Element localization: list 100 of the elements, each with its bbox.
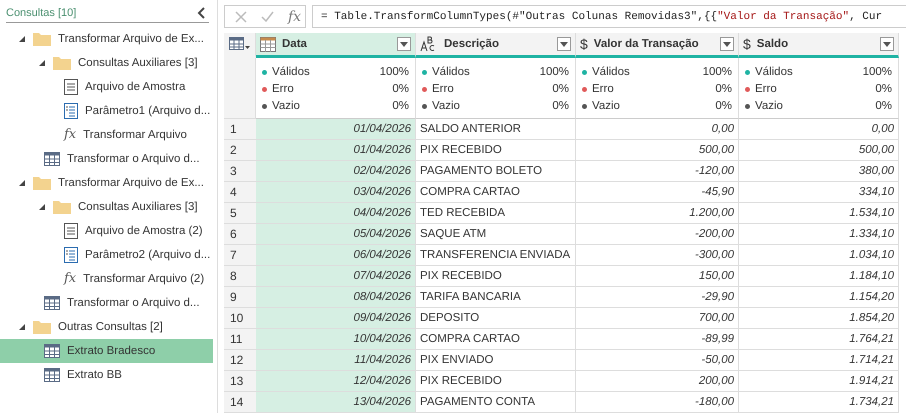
stat-label: Erro: [272, 83, 295, 95]
currency-icon[interactable]: $: [580, 36, 588, 52]
row-number: 12: [224, 350, 256, 371]
table-cell: PAGAMENTO CONTA: [416, 392, 576, 413]
queries-title: Consultas [10]: [6, 7, 76, 19]
table-cell: DEPOSITO: [416, 308, 576, 329]
currency-icon[interactable]: $: [743, 36, 751, 52]
table-cell: 04/04/2026: [256, 203, 416, 224]
stat-label: Válidos: [432, 66, 471, 78]
row-number: 7: [224, 245, 256, 266]
table-cell: 1.034,10: [739, 245, 899, 266]
row-number: 2: [224, 140, 256, 161]
table-cell: -300,00: [576, 245, 739, 266]
stat-value: 0%: [875, 100, 892, 112]
check-icon[interactable]: [261, 11, 274, 22]
folder-icon: [33, 320, 51, 334]
row-number: 10: [224, 308, 256, 329]
row-number: 11: [224, 329, 256, 350]
folder-icon: [33, 176, 51, 190]
table-cell: 03/04/2026: [256, 182, 416, 203]
row-number: 1: [224, 119, 256, 140]
table-cell: 500,00: [576, 140, 739, 161]
stat-value: 0%: [552, 83, 569, 95]
query-item[interactable]: Extrato BB: [0, 363, 213, 387]
row-number: 6: [224, 224, 256, 245]
query-item[interactable]: fx Transformar Arquivo: [0, 123, 213, 147]
table-cell: 380,00: [739, 161, 899, 182]
table-cell: -120,00: [576, 161, 739, 182]
table-cell: COMPRA CARTAO: [416, 329, 576, 350]
row-number: 5: [224, 203, 256, 224]
table-cell: 05/04/2026: [256, 224, 416, 245]
document-icon: [64, 223, 78, 239]
expanded-arrow-icon[interactable]: [18, 35, 26, 43]
document-icon: [64, 79, 78, 95]
calendar-icon[interactable]: [260, 36, 276, 52]
parameter-icon: [64, 247, 78, 263]
table-cell: 09/04/2026: [256, 308, 416, 329]
query-item[interactable]: Parâmetro1 (Arquivo d...: [0, 99, 213, 123]
query-item[interactable]: Transformar o Arquivo d...: [0, 291, 213, 315]
table-cell: -29,90: [576, 287, 739, 308]
formula-field[interactable]: = Table.TransformColumnTypes(#"Outras Colunas Removidas3",{{"Valor da Transação", Cur: [312, 5, 906, 28]
table-cell: TRANSFERENCIA ENVIADA: [416, 245, 576, 266]
expanded-arrow-icon[interactable]: [38, 59, 46, 67]
dropdown-icon[interactable]: [880, 37, 894, 51]
folder-item[interactable]: Transformar Arquivo de Ex...: [0, 27, 213, 51]
table-cell: PIX RECEBIDO: [416, 266, 576, 287]
table-cell: SAQUE ATM: [416, 224, 576, 245]
row-number: 3: [224, 161, 256, 182]
stat-value: 0%: [552, 100, 569, 112]
table-cell: 08/04/2026: [256, 287, 416, 308]
insert-function-button[interactable]: fx: [288, 8, 302, 24]
folder-item[interactable]: Outras Consultas [2]: [0, 315, 213, 339]
function-icon: fx: [64, 127, 76, 143]
table-cell: 334,10: [739, 182, 899, 203]
stat-label: Válidos: [755, 66, 794, 78]
folder-item[interactable]: Transformar Arquivo de Ex...: [0, 171, 213, 195]
dropdown-icon[interactable]: [557, 37, 571, 51]
table-cell: 150,00: [576, 266, 739, 287]
expanded-arrow-icon[interactable]: [38, 203, 46, 211]
table-cell: -45,90: [576, 182, 739, 203]
table-cell: -180,00: [576, 392, 739, 413]
table-cell: 1.764,21: [739, 329, 899, 350]
table-cell: 01/04/2026: [256, 119, 416, 140]
stat-label: Erro: [432, 83, 455, 95]
column-header[interactable]: $ Saldo: [739, 33, 899, 58]
table-cell: -200,00: [576, 224, 739, 245]
table-cell: 06/04/2026: [256, 245, 416, 266]
column-header[interactable]: $ Valor da Transação: [576, 33, 739, 58]
row-number: 14: [224, 392, 256, 413]
table-cell: -50,00: [576, 350, 739, 371]
query-item[interactable]: Arquivo de Amostra: [0, 75, 213, 99]
stat-value: 0%: [392, 100, 409, 112]
stat-label: Vazio: [432, 100, 461, 112]
folder-icon: [33, 32, 51, 46]
table-cell: 1.534,10: [739, 203, 899, 224]
table-cell: 0,00: [576, 119, 739, 140]
dropdown-icon[interactable]: [397, 37, 411, 51]
folder-item[interactable]: Consultas Auxiliares [3]: [0, 195, 213, 219]
folder-item[interactable]: Consultas Auxiliares [3]: [0, 51, 213, 75]
table-menu-icon[interactable]: [228, 37, 250, 51]
row-number: 13: [224, 371, 256, 392]
query-item[interactable]: Parâmetro2 (Arquivo d...: [0, 243, 213, 267]
table-cell: 0,00: [739, 119, 899, 140]
query-item[interactable]: Transformar o Arquivo d...: [0, 147, 213, 171]
dropdown-icon[interactable]: [720, 37, 734, 51]
stat-value: 100%: [702, 66, 732, 78]
column-header[interactable]: Data: [256, 33, 416, 58]
table-cell: 200,00: [576, 371, 739, 392]
query-item[interactable]: fx Transformar Arquivo (2): [0, 267, 213, 291]
expanded-arrow-icon[interactable]: [18, 323, 26, 331]
folder-icon: [53, 200, 71, 214]
query-item[interactable]: Arquivo de Amostra (2): [0, 219, 213, 243]
row-number: 9: [224, 287, 256, 308]
table-cell: 1.734,21: [739, 392, 899, 413]
column-header[interactable]: Descrição: [416, 33, 576, 58]
stat-value: 100%: [540, 66, 569, 78]
table-cell: 1.334,10: [739, 224, 899, 245]
expanded-arrow-icon[interactable]: [18, 179, 26, 187]
query-item[interactable]: Extrato Bradesco: [0, 339, 213, 363]
table-cell: 1.200,00: [576, 203, 739, 224]
